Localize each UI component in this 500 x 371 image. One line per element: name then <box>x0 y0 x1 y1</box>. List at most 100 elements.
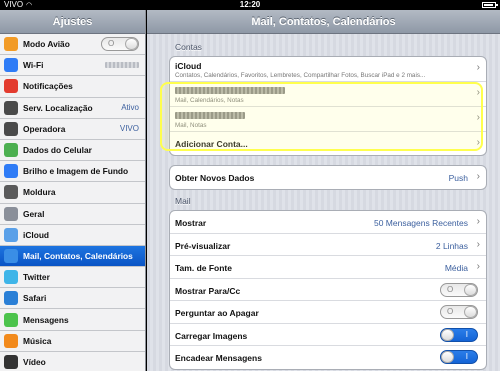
messages-icon <box>4 312 18 327</box>
settings-sidebar: Ajustes Modo Avião O Wi-Fi Notificações Serv… <box>0 10 146 371</box>
toggle-knob <box>125 38 138 51</box>
section-label-contas: Contas <box>175 42 202 52</box>
mail-setting-row[interactable]: Perguntar ao Apagar O <box>170 301 486 324</box>
frame-icon <box>4 185 18 200</box>
sidebar-item-label: Música <box>23 335 52 346</box>
sidebar-item[interactable]: iCloud <box>0 224 145 246</box>
sidebar-item-label: Mail, Contatos, Calendários <box>23 250 133 261</box>
mail-setting-row[interactable]: Tam. de Fonte Média › <box>170 256 486 279</box>
account-services: Contatos, Calendários, Favoritos, Lembre… <box>175 72 426 79</box>
location-icon <box>4 100 18 115</box>
sidebar-list: Modo Avião O Wi-Fi Notificações Serv. Locali… <box>0 34 145 371</box>
setting-label: Tam. de Fonte <box>175 263 232 273</box>
sidebar-item-label: Geral <box>23 208 45 219</box>
mail-setting-row[interactable]: Pré-visualizar 2 Linhas › <box>170 234 486 256</box>
sidebar-item[interactable]: Mensagens <box>0 309 145 331</box>
setting-label: Encadear Mensagens <box>175 353 262 363</box>
wifi-icon <box>4 58 18 73</box>
chevron-right-icon: › <box>476 171 480 182</box>
sidebar-item-value: Ativo <box>121 103 139 113</box>
setting-value: Média <box>444 263 468 273</box>
account-icloud[interactable]: iCloud Contatos, Calendários, Favoritos,… <box>170 57 486 82</box>
sidebar-item-label: Modo Avião <box>23 39 70 50</box>
notifications-icon <box>4 79 18 94</box>
sidebar-item-label: Operadora <box>23 123 66 134</box>
sidebar-item[interactable]: Twitter <box>0 267 145 289</box>
setting-toggle[interactable]: I <box>440 327 478 342</box>
setting-toggle[interactable]: O <box>440 305 478 319</box>
sidebar-item[interactable]: Moldura <box>0 182 145 204</box>
sidebar-item-label: Mensagens <box>23 314 69 325</box>
sidebar-item[interactable]: Serv. Localização Ativo <box>0 97 145 119</box>
airplane-mode-toggle[interactable]: O <box>101 37 139 52</box>
setting-value: 50 Mensagens Recentes <box>373 218 468 228</box>
video-icon <box>4 354 18 369</box>
sidebar-item[interactable]: Música <box>0 330 145 352</box>
toggle-state-label: I <box>465 352 468 361</box>
sidebar-item[interactable]: Wi-Fi <box>0 55 145 77</box>
toggle-knob <box>441 351 454 363</box>
cloud-icon <box>4 227 18 242</box>
carrier-icon <box>4 121 18 136</box>
clock: 12:20 <box>239 0 261 9</box>
mail-icon <box>4 248 18 263</box>
sidebar-item-label: iCloud <box>23 229 50 240</box>
sidebar-item-label: Safari <box>23 293 47 304</box>
page-title: Mail, Contatos, Calendários <box>147 10 500 34</box>
toggle-state-label: O <box>447 284 454 294</box>
sidebar-item[interactable]: Notificações <box>0 76 145 98</box>
account-title: iCloud <box>175 61 202 71</box>
toggle-state-label: O <box>447 307 454 316</box>
setting-label: Mostrar Para/Cc <box>175 285 241 296</box>
fetch-label: Obter Novos Dados <box>175 173 255 183</box>
sidebar-item[interactable]: Dados do Celular <box>0 139 145 162</box>
mail-setting-row[interactable]: Mostrar Para/Cc O <box>170 279 486 301</box>
fetch-new-data-row[interactable]: Obter Novos Dados Push › <box>170 166 486 189</box>
toggle-state-label: I <box>465 329 468 339</box>
toggle-knob <box>441 328 454 341</box>
setting-label: Carregar Imagens <box>175 330 248 341</box>
sidebar-item[interactable]: Brilho e Imagem de Fundo <box>0 161 145 183</box>
sidebar-item[interactable]: Vídeo <box>0 351 145 371</box>
mail-setting-row[interactable]: Mostrar 50 Mensagens Recentes › <box>170 211 486 234</box>
sidebar-item[interactable]: Operadora VIVO <box>0 118 145 140</box>
setting-value: 2 Linhas <box>435 240 468 251</box>
setting-toggle[interactable]: O <box>440 282 478 297</box>
mail-setting-row[interactable]: Carregar Imagens I <box>170 324 486 346</box>
sidebar-item[interactable]: Geral <box>0 203 145 225</box>
cellular-icon <box>4 143 18 158</box>
sidebar-item-label: Brilho e Imagem de Fundo <box>23 166 129 177</box>
sidebar-item-label: Wi-Fi <box>23 60 44 71</box>
gear-icon <box>4 206 18 221</box>
toggle-state-label: O <box>108 39 115 49</box>
setting-label: Pré-visualizar <box>175 240 231 251</box>
sidebar-item-label: Notificações <box>23 81 73 92</box>
chevron-right-icon: › <box>476 62 480 73</box>
sidebar-item-label: Moldura <box>23 187 56 198</box>
fetch-value: Push <box>448 173 468 183</box>
section-label-mail: Mail <box>175 196 191 206</box>
detail-pane: Mail, Contatos, Calendários Contas iClou… <box>147 10 500 371</box>
sidebar-item-value: VIVO <box>119 124 139 134</box>
chevron-right-icon: › <box>476 216 480 227</box>
sidebar-item[interactable]: Mail, Contatos, Calendários <box>0 245 145 268</box>
mail-settings-group: Mostrar 50 Mensagens Recentes › Pré-visuali… <box>169 210 487 370</box>
chevron-right-icon: › <box>476 261 480 272</box>
brightness-icon <box>4 164 18 179</box>
mail-setting-row[interactable]: Encadear Mensagens I <box>170 346 486 369</box>
sidebar-item[interactable]: Modo Avião O <box>0 34 145 56</box>
twitter-icon <box>4 270 18 285</box>
sidebar-item[interactable]: Safari <box>0 288 145 310</box>
airplane-icon <box>4 37 18 52</box>
chevron-right-icon: › <box>476 238 480 250</box>
setting-toggle[interactable]: I <box>440 350 478 364</box>
highlight-annotation <box>160 82 483 151</box>
toggle-knob <box>464 306 477 318</box>
safari-icon <box>4 291 18 306</box>
status-bar: VIVO ◠ 12:20 <box>0 0 500 10</box>
fetch-group: Obter Novos Dados Push › <box>169 165 487 190</box>
setting-label: Mostrar <box>175 218 207 228</box>
redacted-network-name <box>105 62 139 69</box>
sidebar-item-label: Twitter <box>23 272 50 283</box>
sidebar-item-label: Vídeo <box>23 356 46 367</box>
